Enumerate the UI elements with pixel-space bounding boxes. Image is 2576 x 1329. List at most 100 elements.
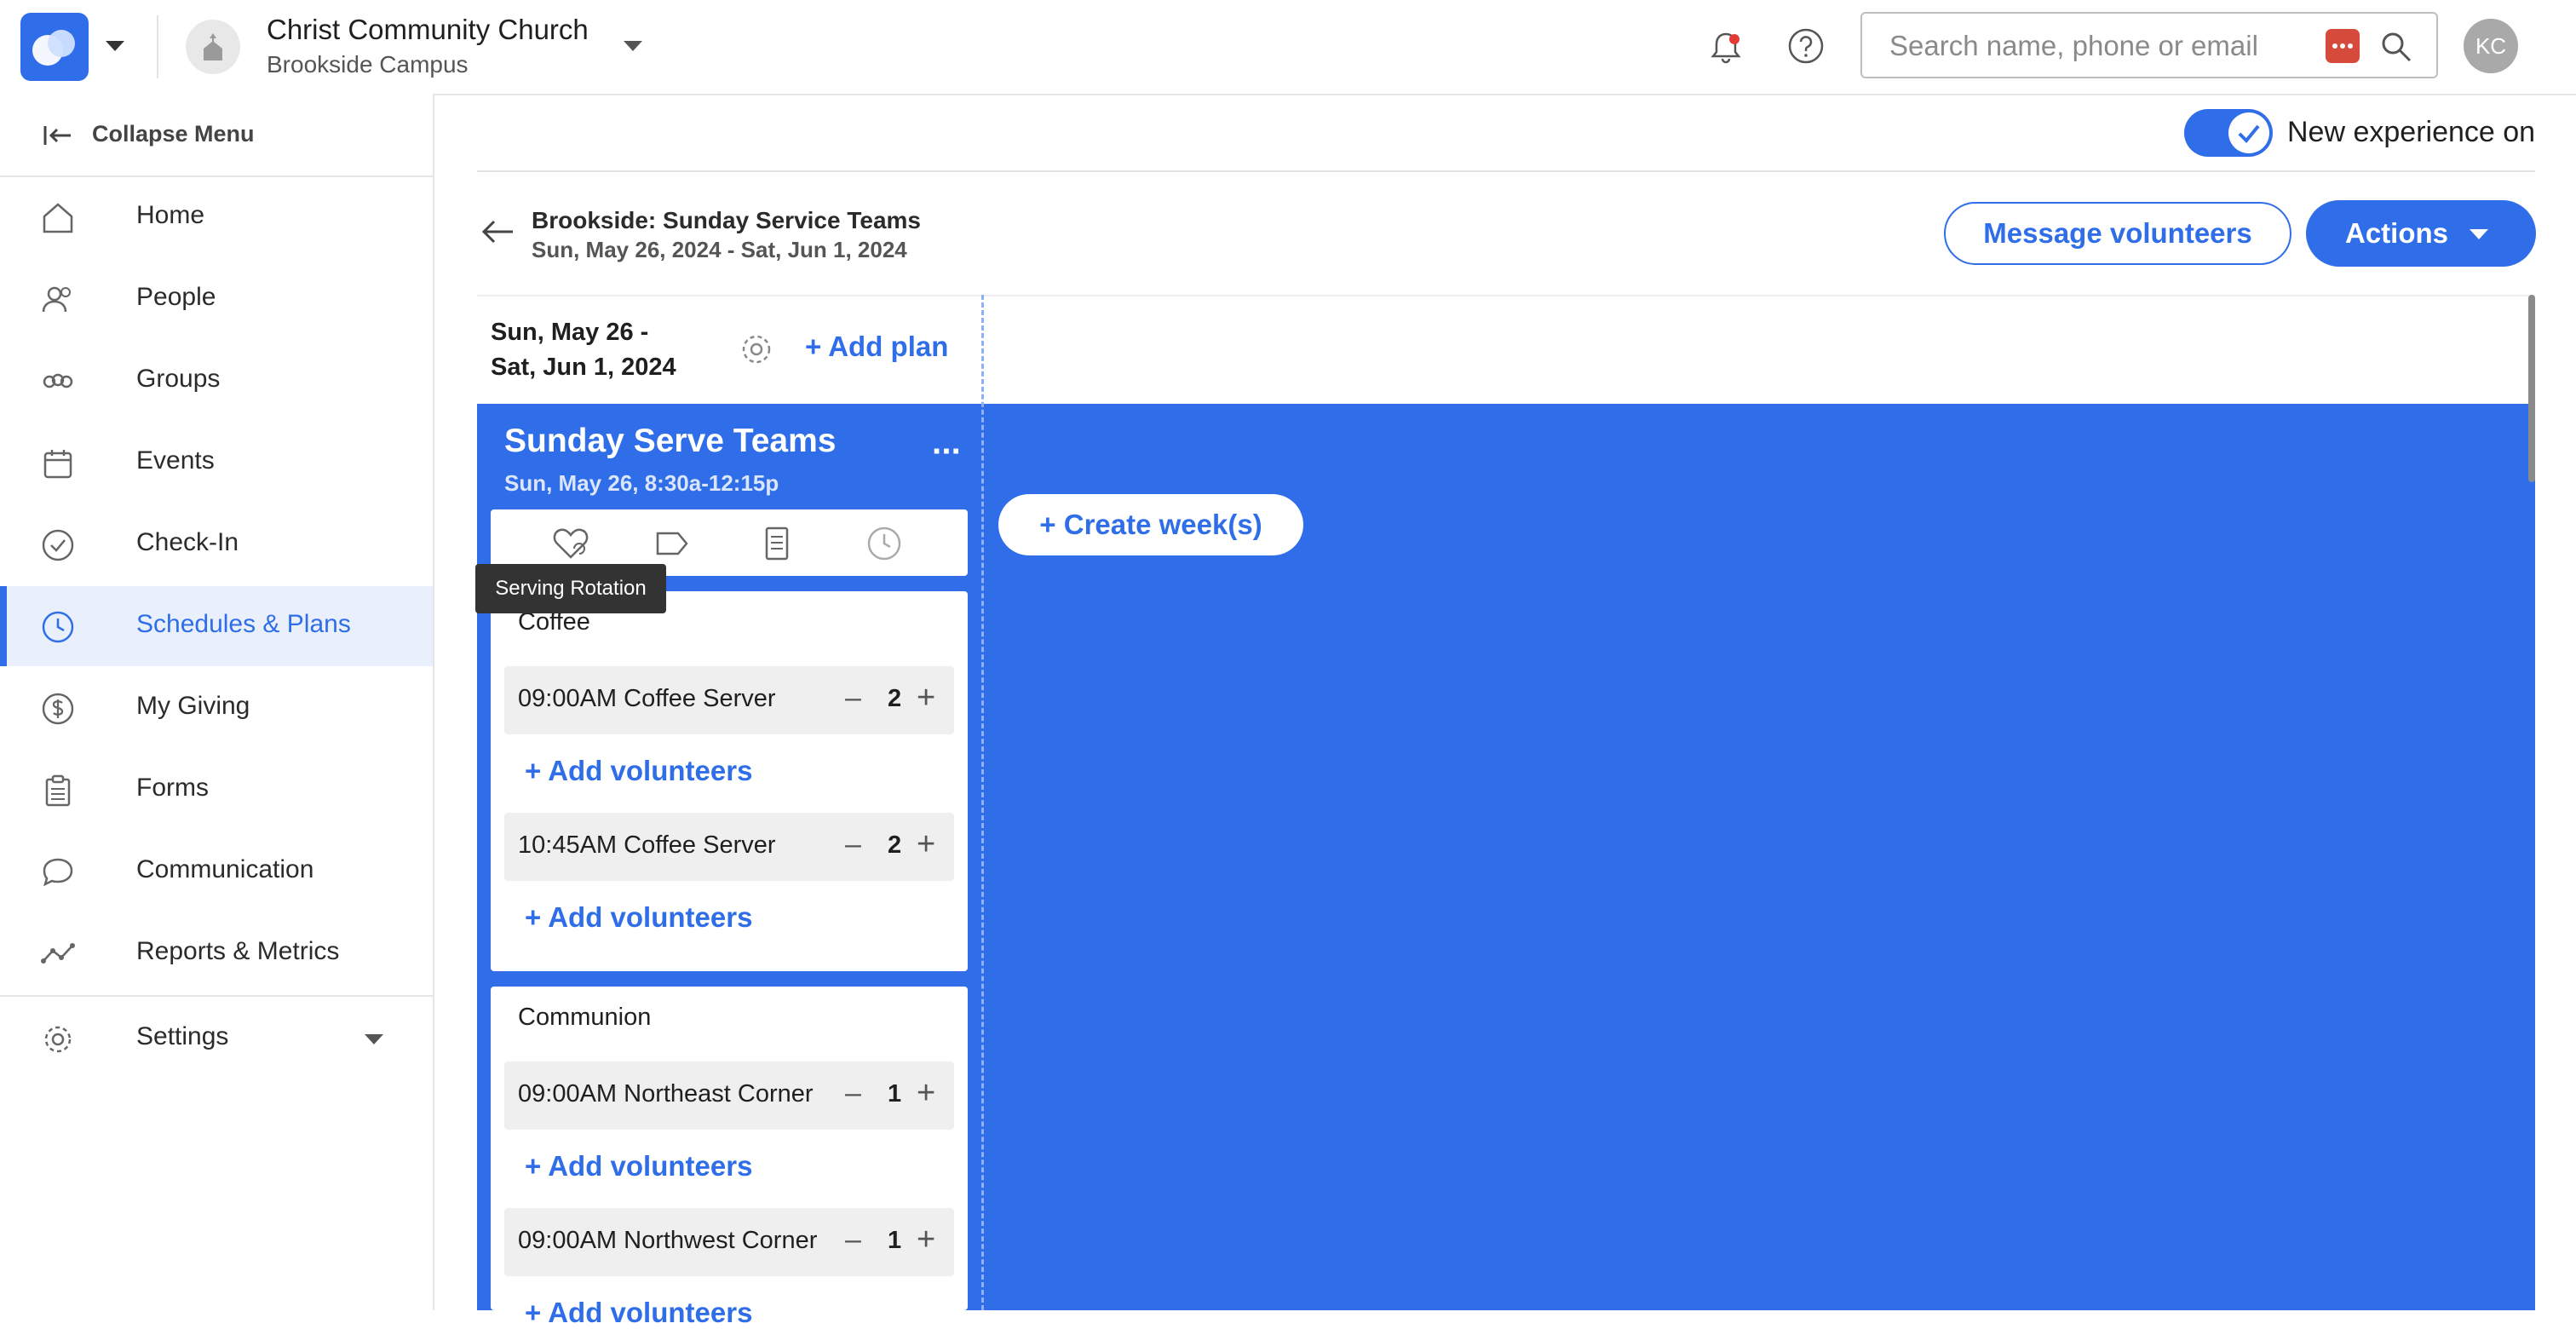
sidebar-item-check-in[interactable]: Check-In (0, 504, 433, 584)
divider (0, 995, 433, 997)
clock-icon (42, 611, 74, 643)
sidebar-item-reports-metrics[interactable]: Reports & Metrics (0, 913, 433, 993)
slot-row[interactable]: 09:00AM Northwest Corner – 1 + (504, 1208, 954, 1276)
sidebar-item-home[interactable]: Home (0, 177, 433, 257)
more-options-icon[interactable]: ··· (932, 433, 963, 471)
app-switcher-chevron-icon[interactable] (106, 41, 124, 51)
sidebar-item-schedules-plans[interactable]: Schedules & Plans (0, 586, 433, 666)
week-header-row (477, 295, 2535, 406)
slot-label: 10:45AM Coffee Server (518, 831, 776, 859)
sidebar-item-forms[interactable]: Forms (0, 750, 433, 830)
increment-button[interactable]: + (917, 826, 935, 863)
gear-icon (44, 1026, 72, 1053)
column-title: Sunday Serve Teams (504, 423, 837, 459)
collapse-arrow-icon (43, 126, 71, 145)
create-weeks-button[interactable]: + Create week(s) (998, 494, 1303, 555)
decrement-button[interactable]: – (845, 1077, 861, 1110)
team-name: Communion (518, 1004, 652, 1031)
new-experience-label: New experience on (2287, 116, 2536, 148)
toggle-knob (2228, 112, 2269, 153)
column-subtitle: Sun, May 26, 8:30a-12:15p (504, 470, 779, 496)
plan-title: Brookside: Sunday Service Teams (532, 207, 921, 233)
tag-icon[interactable] (651, 523, 692, 564)
user-avatar[interactable]: KC (2464, 19, 2518, 73)
sidebar-item-label: Forms (136, 774, 209, 802)
sidebar-item-events[interactable]: Events (0, 423, 433, 503)
sidebar-item-label: Check-In (136, 528, 239, 556)
slot-label: 09:00AM Coffee Server (518, 685, 776, 712)
sidebar-item-people[interactable]: People (0, 259, 433, 339)
divider (157, 15, 158, 78)
logo-icon (32, 30, 75, 66)
collapse-menu-button[interactable]: Collapse Menu (0, 94, 433, 177)
increment-button[interactable]: + (917, 1075, 935, 1112)
sidebar-item-groups[interactable]: Groups (0, 341, 433, 421)
serving-rotation-tooltip: Serving Rotation (475, 564, 666, 613)
calendar-icon (43, 450, 72, 479)
sidebar-item-settings[interactable]: Settings (0, 998, 433, 1079)
clock-icon[interactable] (864, 523, 905, 564)
add-volunteers-link[interactable]: + Add volunteers (525, 901, 752, 934)
chevron-down-icon (2470, 229, 2488, 239)
actions-label: Actions (2345, 217, 2449, 249)
sidebar-item-label: People (136, 283, 216, 311)
increment-button[interactable]: + (917, 1222, 935, 1258)
sidebar-item-label: Settings (136, 1022, 229, 1050)
sidebar-item-communication[interactable]: Communication (0, 831, 433, 912)
decrement-button[interactable]: – (845, 682, 861, 715)
add-volunteers-link[interactable]: + Add volunteers (525, 755, 752, 787)
back-arrow-icon[interactable] (479, 216, 516, 247)
scrollbar[interactable] (2528, 295, 2535, 482)
people-icon (42, 286, 71, 313)
document-icon[interactable] (756, 523, 797, 564)
groups-icon (43, 373, 73, 388)
church-name[interactable]: Christ Community Church (267, 14, 589, 46)
top-bar: Christ Community Church Brookside Campus… (0, 0, 2576, 95)
add-volunteers-link[interactable]: + Add volunteers (525, 1150, 752, 1182)
notification-bell-icon[interactable] (1705, 27, 1746, 68)
actions-button[interactable]: Actions (2306, 200, 2536, 267)
add-volunteers-link[interactable]: + Add volunteers (525, 1297, 752, 1329)
sidebar-item-label: Groups (136, 365, 221, 393)
slot-row[interactable]: 09:00AM Northeast Corner – 1 + (504, 1061, 954, 1130)
increment-button[interactable]: + (917, 680, 935, 716)
sidebar-item-my-giving[interactable]: My Giving (0, 668, 433, 748)
check-icon (2238, 124, 2260, 143)
message-volunteers-button[interactable]: Message volunteers (1944, 202, 2291, 265)
church-switcher-chevron-icon[interactable] (624, 41, 642, 51)
team-card-communion: Communion 09:00AM Northeast Corner – 1 +… (491, 987, 968, 1328)
dollar-icon (42, 693, 74, 725)
team-card-coffee: Coffee 09:00AM Coffee Server – 2 + + Add… (491, 591, 968, 971)
divider (477, 170, 2535, 172)
check-circle-icon (42, 529, 74, 561)
sidebar: Collapse Menu Home People Groups Events … (0, 94, 434, 1310)
search-input[interactable] (1888, 14, 2300, 78)
new-experience-toggle[interactable] (2184, 109, 2273, 157)
slot-row[interactable]: 09:00AM Coffee Server – 2 + (504, 666, 954, 734)
church-avatar (186, 20, 240, 74)
decrement-button[interactable]: – (845, 828, 861, 861)
sidebar-item-label: Schedules & Plans (136, 610, 351, 638)
slot-count: 2 (888, 685, 902, 712)
clipboard-icon (45, 774, 71, 807)
gear-icon[interactable] (738, 331, 775, 368)
sidebar-item-label: Reports & Metrics (136, 937, 340, 965)
church-icon (204, 33, 222, 60)
slot-count: 1 (888, 1080, 902, 1108)
add-plan-button[interactable]: + Add plan (805, 331, 948, 363)
chat-icon (43, 858, 73, 887)
decrement-button[interactable]: – (845, 1223, 861, 1257)
column-divider (981, 295, 984, 1310)
help-icon[interactable] (1785, 26, 1826, 66)
slot-row[interactable]: 10:45AM Coffee Server – 2 + (504, 813, 954, 881)
home-icon (43, 203, 73, 233)
collapse-menu-label: Collapse Menu (92, 121, 255, 147)
settings-chevron-icon (365, 1034, 383, 1044)
app-logo[interactable] (20, 13, 89, 81)
slot-label: 09:00AM Northwest Corner (518, 1227, 818, 1254)
search-icon[interactable] (2378, 29, 2414, 65)
password-manager-icon[interactable] (2326, 29, 2360, 63)
serving-rotation-icon[interactable] (550, 523, 591, 564)
church-campus[interactable]: Brookside Campus (267, 51, 469, 78)
week-label: Sun, May 26 - Sat, Jun 1, 2024 (491, 319, 676, 381)
